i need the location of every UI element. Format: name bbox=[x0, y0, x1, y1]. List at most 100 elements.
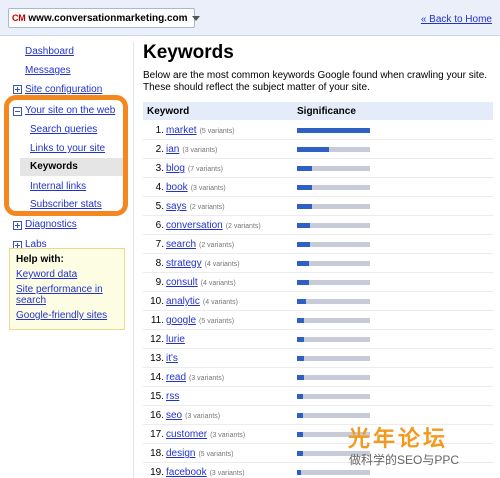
significance-bar-fill bbox=[297, 470, 301, 475]
significance-bar bbox=[297, 375, 370, 380]
significance-bar bbox=[297, 280, 370, 285]
keyword-link[interactable]: customer (3 variants) bbox=[166, 429, 245, 440]
significance-bar bbox=[297, 394, 370, 399]
help-title: Help with: bbox=[16, 254, 64, 265]
keyword-text: says bbox=[166, 201, 187, 212]
variants-count: (3 variants) bbox=[210, 432, 246, 439]
keyword-link[interactable]: book (3 variants) bbox=[166, 182, 226, 193]
significance-bar bbox=[297, 470, 370, 475]
keyword-text: google bbox=[166, 315, 197, 326]
keyword-link[interactable]: google (5 variants) bbox=[166, 315, 234, 326]
keyword-link[interactable]: analytic (4 variants) bbox=[166, 296, 238, 307]
expand-plus-icon[interactable] bbox=[13, 85, 22, 94]
significance-bar-fill bbox=[297, 413, 303, 418]
keyword-text: design bbox=[166, 448, 196, 459]
keyword-link[interactable]: seo (3 variants) bbox=[166, 410, 220, 421]
keyword-text: search bbox=[166, 239, 197, 250]
table-row: 2. ian (3 variants) bbox=[143, 140, 493, 159]
keyword-text: consult bbox=[166, 277, 198, 288]
significance-bar-fill bbox=[297, 432, 303, 437]
help-link-keyword-data[interactable]: Keyword data bbox=[16, 269, 118, 280]
help-link-google-friendly[interactable]: Google-friendly sites bbox=[16, 310, 118, 321]
row-number: 19. bbox=[150, 467, 164, 478]
row-number: 8. bbox=[155, 258, 164, 269]
site-selector[interactable]: CM www.conversationmarketing.com bbox=[8, 8, 200, 28]
page-title: Keywords bbox=[143, 42, 234, 63]
keyword-text: customer bbox=[166, 429, 208, 440]
chevron-down-icon bbox=[191, 15, 200, 21]
keyword-link[interactable]: lurie bbox=[166, 334, 185, 345]
variants-count: (4 variants) bbox=[204, 261, 240, 268]
keyword-link[interactable]: read (3 variants) bbox=[166, 372, 224, 383]
keyword-link[interactable]: blog (7 variants) bbox=[166, 163, 223, 174]
keyword-link[interactable]: says (2 variants) bbox=[166, 201, 225, 212]
row-number: 6. bbox=[155, 220, 164, 231]
orange-highlight-outline bbox=[4, 95, 128, 216]
significance-bar-fill bbox=[297, 356, 304, 361]
row-number: 7. bbox=[155, 239, 164, 250]
keyword-link[interactable]: ian (3 variants) bbox=[166, 144, 217, 155]
keyword-link[interactable]: search (2 variants) bbox=[166, 239, 234, 250]
row-number: 14. bbox=[150, 372, 164, 383]
significance-bar-fill bbox=[297, 242, 310, 247]
variants-count: (3 variants) bbox=[190, 185, 226, 192]
keyword-link[interactable]: consult (4 variants) bbox=[166, 277, 236, 288]
significance-bar bbox=[297, 242, 370, 247]
keyword-text: conversation bbox=[166, 220, 223, 231]
keyword-text: lurie bbox=[166, 334, 185, 345]
significance-bar bbox=[297, 147, 370, 152]
back-to-home-link[interactable]: « Back to Home bbox=[421, 14, 492, 25]
keyword-text: facebook bbox=[166, 467, 207, 478]
variants-count: (2 variants) bbox=[189, 204, 225, 211]
row-number: 3. bbox=[155, 163, 164, 174]
significance-bar-fill bbox=[297, 185, 312, 190]
variants-count: (5 variants) bbox=[199, 318, 235, 325]
table-row: 4. book (3 variants) bbox=[143, 178, 493, 197]
keyword-link[interactable]: facebook (3 variants) bbox=[166, 467, 245, 478]
page-description: Below are the most common keywords Googl… bbox=[143, 70, 488, 93]
sidebar-item-site-configuration[interactable]: Site configuration bbox=[25, 84, 102, 95]
significance-bar-fill bbox=[297, 337, 304, 342]
significance-bar bbox=[297, 413, 370, 418]
keyword-link[interactable]: rss bbox=[166, 391, 179, 402]
significance-bar bbox=[297, 261, 370, 266]
keyword-link[interactable]: design (5 variants) bbox=[166, 448, 233, 459]
row-number: 1. bbox=[155, 125, 164, 136]
significance-bar-fill bbox=[297, 261, 309, 266]
keyword-text: rss bbox=[166, 391, 180, 402]
watermark-text: 光年论坛 bbox=[348, 426, 449, 451]
help-link-site-performance[interactable]: Site performance in search bbox=[16, 284, 118, 306]
table-row: 15. rss bbox=[143, 387, 493, 406]
significance-bar-fill bbox=[297, 318, 304, 323]
top-bar: CM www.conversationmarketing.com « Back … bbox=[0, 0, 500, 36]
keyword-link[interactable]: it's bbox=[166, 353, 178, 364]
table-row: 12. lurie bbox=[143, 330, 493, 349]
significance-bar bbox=[297, 356, 370, 361]
keyword-link[interactable]: conversation (2 variants) bbox=[166, 220, 261, 231]
significance-bar bbox=[297, 223, 370, 228]
keyword-link[interactable]: market (5 variants) bbox=[166, 125, 235, 136]
variants-count: (2 variants) bbox=[225, 223, 261, 230]
row-number: 13. bbox=[150, 353, 164, 364]
row-number: 16. bbox=[150, 410, 164, 421]
sidebar-item-diagnostics[interactable]: Diagnostics bbox=[25, 219, 77, 230]
table-row: 6. conversation (2 variants) bbox=[143, 216, 493, 235]
table-row: 10. analytic (4 variants) bbox=[143, 292, 493, 311]
site-name: www.conversationmarketing.com bbox=[28, 12, 188, 24]
table-row: 9. consult (4 variants) bbox=[143, 273, 493, 292]
significance-bar bbox=[297, 204, 370, 209]
variants-count: (3 variants) bbox=[189, 375, 225, 382]
significance-bar-fill bbox=[297, 166, 312, 171]
variants-count: (5 variants) bbox=[199, 128, 235, 135]
variants-count: (4 variants) bbox=[202, 299, 238, 306]
row-number: 4. bbox=[155, 182, 164, 193]
significance-bar bbox=[297, 166, 370, 171]
significance-bar-fill bbox=[297, 375, 304, 380]
sidebar-item-dashboard[interactable]: Dashboard bbox=[25, 46, 74, 57]
keyword-text: it's bbox=[166, 353, 178, 364]
expand-plus-icon[interactable] bbox=[13, 221, 22, 230]
keyword-text: book bbox=[166, 182, 188, 193]
row-number: 12. bbox=[150, 334, 164, 345]
sidebar-item-messages[interactable]: Messages bbox=[25, 65, 71, 76]
keyword-link[interactable]: strategy (4 variants) bbox=[166, 258, 240, 269]
